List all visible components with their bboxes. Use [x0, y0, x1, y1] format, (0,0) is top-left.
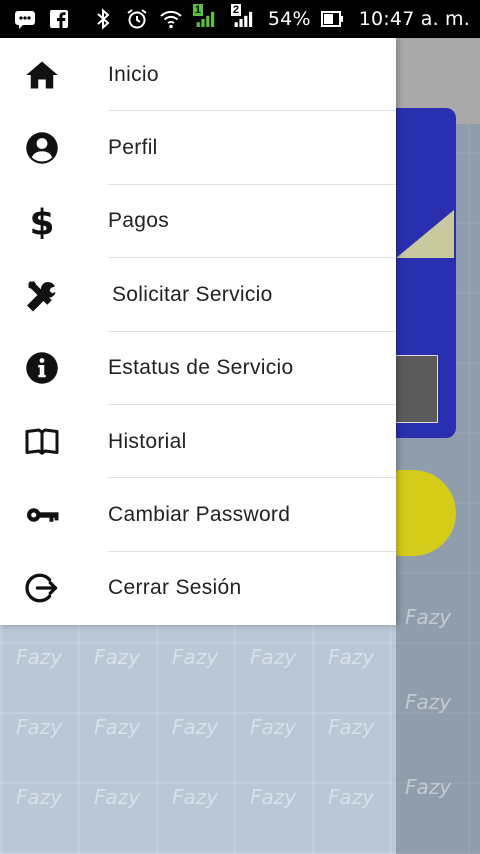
- watermark: Fazy: [172, 645, 219, 669]
- bluetooth-icon: [90, 6, 116, 32]
- watermark: Fazy: [405, 775, 452, 799]
- tools-icon: [22, 275, 62, 315]
- menu-item-label: Perfil: [108, 136, 158, 160]
- menu-item-label: Inicio: [108, 62, 159, 86]
- watermark: Fazy: [16, 645, 63, 669]
- svg-text:$: $: [29, 203, 54, 239]
- status-bar-left: [12, 6, 72, 32]
- watermark: Fazy: [328, 785, 375, 809]
- menu-item-label: Estatus de Servicio: [108, 356, 294, 380]
- menu-item-pagos[interactable]: $ Pagos: [0, 185, 396, 259]
- logout-icon: [22, 568, 62, 608]
- watermark: Fazy: [16, 715, 63, 739]
- watermark: Fazy: [250, 715, 297, 739]
- watermark: Fazy: [405, 605, 452, 629]
- watermark: Fazy: [94, 785, 141, 809]
- navigation-drawer: Inicio Perfil $ Pagos Solicitar Servicio…: [0, 38, 396, 625]
- sim1-label: 1: [192, 4, 204, 16]
- book-icon: [22, 422, 62, 462]
- dollar-icon: $: [22, 201, 62, 241]
- battery-icon: [319, 6, 345, 32]
- watermark: Fazy: [16, 785, 63, 809]
- menu-item-perfil[interactable]: Perfil: [0, 111, 396, 186]
- watermark: Fazy: [328, 645, 375, 669]
- home-icon: [22, 55, 62, 95]
- watermark: Fazy: [94, 715, 141, 739]
- watermark: Fazy: [172, 715, 219, 739]
- menu-item-inicio[interactable]: Inicio: [0, 38, 396, 112]
- status-bar: 1 2 54% 10:47 a. m.: [0, 0, 480, 38]
- menu-item-estatus-de-servicio[interactable]: Estatus de Servicio: [0, 332, 396, 406]
- menu-item-solicitar-servicio[interactable]: Solicitar Servicio: [0, 258, 396, 332]
- status-bar-right: 1 2 54% 10:47 a. m.: [90, 4, 470, 32]
- clock: 10:47 a. m.: [358, 8, 470, 30]
- battery-percent: 54%: [267, 8, 311, 30]
- watermark: Fazy: [328, 715, 375, 739]
- facebook-icon: [46, 6, 72, 32]
- menu-item-cambiar-password[interactable]: Cambiar Password: [0, 478, 396, 553]
- sim2-label: 2: [230, 4, 242, 16]
- account-circle-icon: [22, 128, 62, 168]
- menu-item-label: Solicitar Servicio: [112, 282, 273, 306]
- watermark: Fazy: [250, 645, 297, 669]
- alarm-icon: [124, 6, 150, 32]
- menu-item-label: Historial: [108, 429, 187, 453]
- key-icon: [22, 495, 62, 535]
- info-icon: [22, 348, 62, 388]
- messages-icon: [12, 6, 38, 32]
- signal-sim2-icon: 2: [230, 4, 260, 32]
- menu-item-label: Pagos: [108, 209, 170, 233]
- signal-sim1-icon: 1: [192, 4, 222, 32]
- menu-item-label: Cambiar Password: [108, 503, 291, 527]
- watermark: Fazy: [172, 785, 219, 809]
- menu-item-cerrar-sesion[interactable]: Cerrar Sesión: [0, 552, 396, 625]
- watermark: Fazy: [94, 645, 141, 669]
- wifi-icon: [158, 6, 184, 32]
- menu-item-historial[interactable]: Historial: [0, 405, 396, 479]
- background-card-shape: [396, 210, 454, 258]
- watermark: Fazy: [250, 785, 297, 809]
- menu-item-label: Cerrar Sesión: [108, 576, 242, 600]
- watermark: Fazy: [405, 690, 452, 714]
